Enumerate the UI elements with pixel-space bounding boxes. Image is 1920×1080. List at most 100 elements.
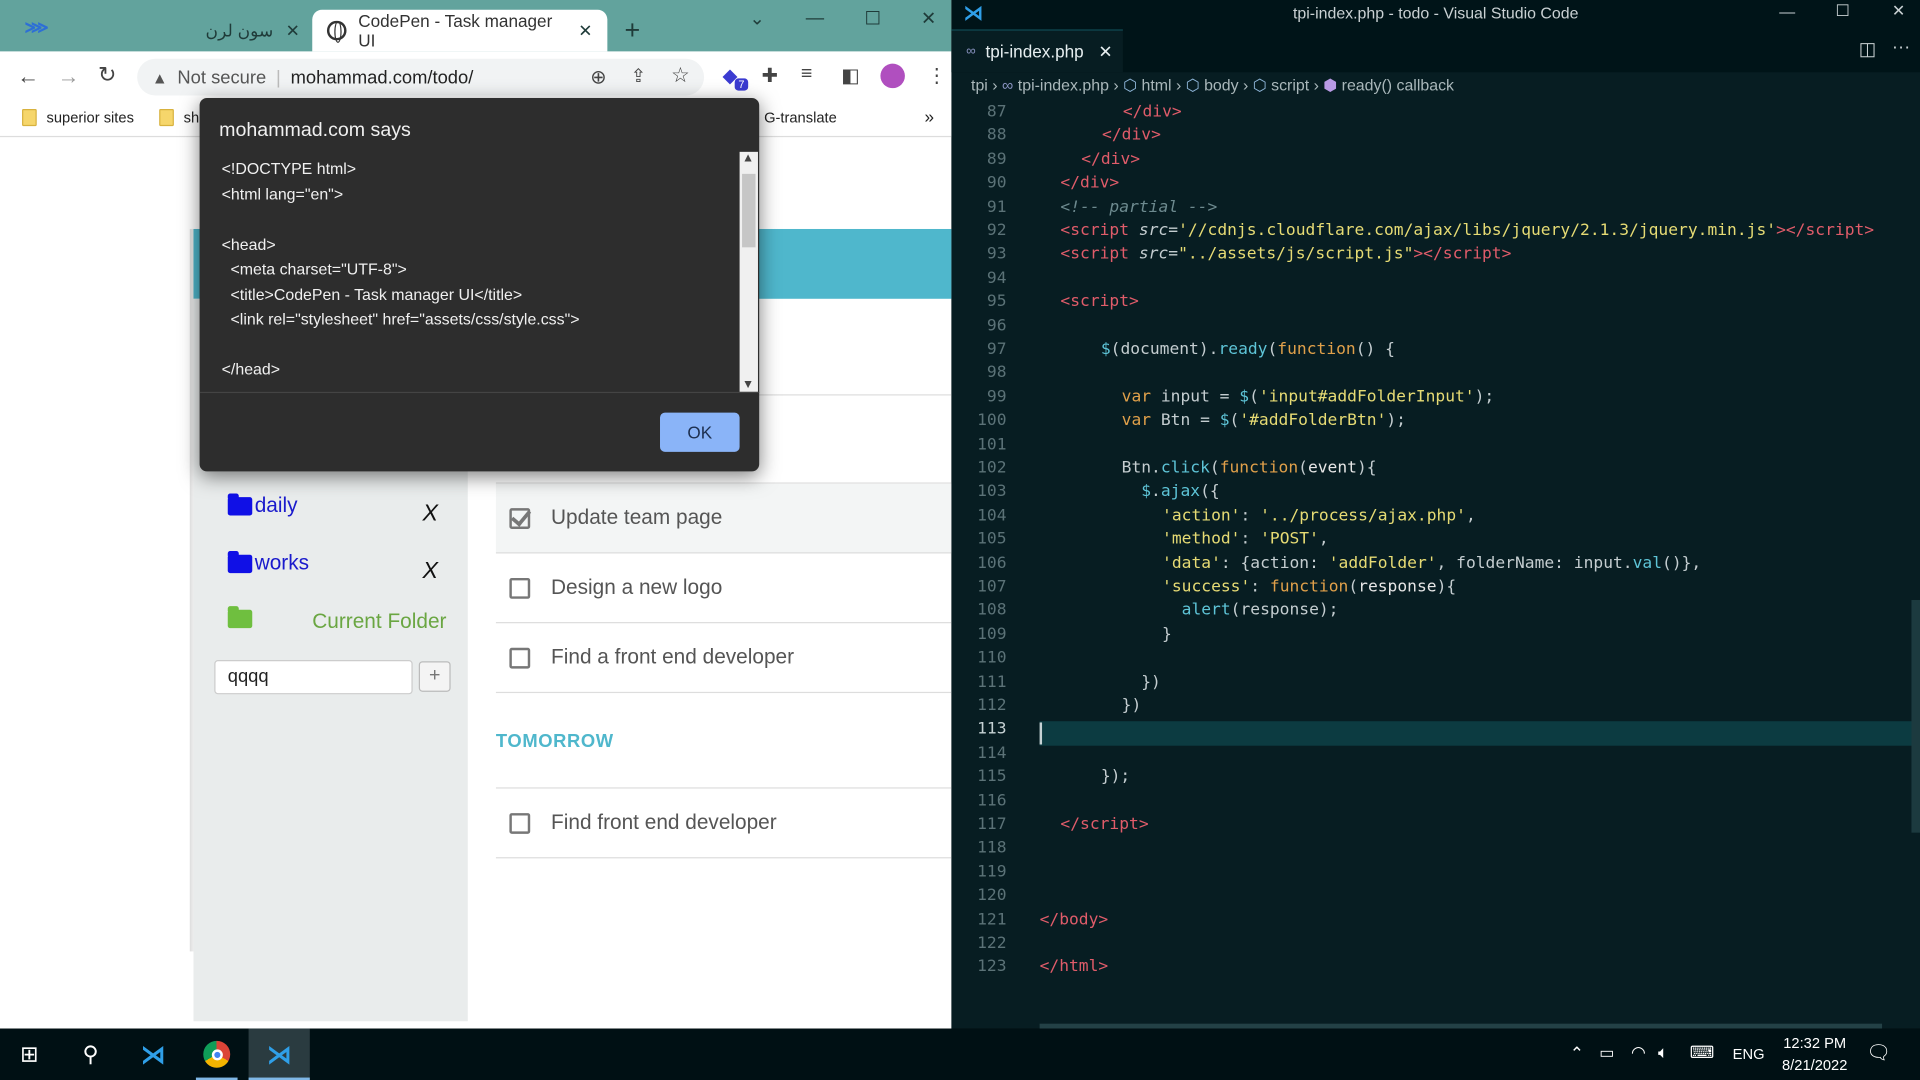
code-line[interactable]: <script src="../assets/js/script.js"></s… bbox=[1060, 245, 1511, 263]
share-icon[interactable]: ⇪ bbox=[631, 65, 646, 87]
scrollbar-thumb[interactable] bbox=[742, 173, 756, 248]
delete-folder-button[interactable]: X bbox=[422, 501, 438, 528]
url-text[interactable]: mohammad.com/todo/ bbox=[291, 67, 474, 88]
current-folder-item[interactable] bbox=[227, 606, 255, 629]
code-line[interactable]: </div> bbox=[1081, 150, 1140, 168]
windows-start-icon[interactable]: ⊞ bbox=[0, 1029, 59, 1080]
tab-tpi-index[interactable]: ∞ tpi-index.php ✕ bbox=[951, 29, 1123, 73]
more-actions-icon[interactable]: ··· bbox=[1892, 37, 1910, 58]
code-line[interactable]: <!-- partial --> bbox=[1060, 198, 1217, 216]
tab-codepen[interactable]: CodePen - Task manager UI ✕ bbox=[312, 9, 608, 52]
task-checkbox[interactable] bbox=[509, 577, 531, 599]
vscode-taskbar-icon[interactable]: ⋊ bbox=[122, 1029, 183, 1080]
tab-title: CodePen - Task manager UI bbox=[358, 11, 553, 51]
code-line[interactable]: 'method': 'POST', bbox=[1162, 530, 1329, 548]
forward-arrow-icon[interactable]: → bbox=[58, 64, 80, 90]
code-line[interactable]: </div> bbox=[1060, 174, 1119, 192]
tab-close-icon[interactable]: ✕ bbox=[1098, 41, 1112, 62]
tab-close-icon[interactable]: ✕ bbox=[286, 20, 300, 41]
dialog-scrollbar[interactable]: ▲ ▼ bbox=[739, 151, 758, 392]
avatar[interactable] bbox=[880, 63, 905, 89]
battery-icon[interactable]: ▭ bbox=[1599, 1043, 1614, 1063]
new-tab-button[interactable]: + bbox=[624, 15, 640, 47]
zoom-icon[interactable]: ⊕ bbox=[590, 65, 606, 89]
address-bar[interactable]: ▲ Not secure | mohammad.com/todo/ ⊕ ⇪ ☆ bbox=[137, 58, 705, 96]
bookmark-folder[interactable]: G-translate bbox=[764, 109, 837, 126]
code-line[interactable]: </div> bbox=[1102, 127, 1161, 145]
bookmark-folder[interactable]: sh bbox=[159, 108, 199, 127]
chrome-taskbar-icon[interactable] bbox=[186, 1029, 247, 1080]
volume-icon[interactable]: 🔈︎ bbox=[1658, 1042, 1668, 1063]
minimize-icon[interactable]: — bbox=[1779, 2, 1795, 20]
code-line[interactable]: </div> bbox=[1123, 103, 1182, 121]
maximize-icon[interactable]: ☐ bbox=[864, 7, 880, 30]
tray-chevron-icon[interactable]: ⌃ bbox=[1570, 1043, 1584, 1064]
task-row[interactable]: Find a front end developer bbox=[495, 623, 952, 694]
keyboard-icon[interactable]: ⌨ bbox=[1690, 1042, 1715, 1063]
back-arrow-icon[interactable]: ← bbox=[17, 64, 39, 90]
task-row[interactable]: Update team page bbox=[495, 483, 952, 554]
bookmarks-more-icon[interactable]: » bbox=[924, 107, 934, 127]
code-line[interactable]: </html> bbox=[1040, 958, 1109, 976]
add-folder-input[interactable]: qqqq bbox=[214, 660, 413, 695]
side-panel-icon[interactable]: ◧ bbox=[841, 64, 860, 88]
ok-button[interactable]: OK bbox=[660, 412, 740, 452]
tab-sevenlearn[interactable]: سون لرن ✕ bbox=[61, 10, 312, 52]
code-line[interactable]: </body> bbox=[1040, 911, 1109, 929]
code-line[interactable]: <script src='//cdnjs.cloudflare.com/ajax… bbox=[1060, 222, 1874, 240]
code-line[interactable]: }); bbox=[1101, 768, 1130, 786]
delete-folder-button[interactable]: X bbox=[422, 558, 438, 585]
split-editor-icon[interactable]: ◫ bbox=[1859, 38, 1876, 60]
maximize-icon[interactable]: ☐ bbox=[1836, 1, 1850, 21]
code-line[interactable]: var input = $('input#addFolderInput'); bbox=[1122, 388, 1495, 406]
task-row[interactable]: Design a new logo bbox=[495, 553, 952, 624]
tab-close-icon[interactable]: ✕ bbox=[578, 20, 592, 41]
code-line[interactable]: } bbox=[1162, 625, 1172, 643]
reload-icon[interactable]: ↻ bbox=[98, 62, 116, 88]
code-line[interactable]: 'data': {action: 'addFolder', folderName… bbox=[1162, 554, 1701, 572]
task-checkbox[interactable] bbox=[509, 507, 531, 529]
bookmark-star-icon[interactable]: ☆ bbox=[671, 64, 690, 88]
code-line[interactable]: $(document).ready(function() { bbox=[1101, 340, 1395, 358]
language-indicator[interactable]: ENG bbox=[1733, 1046, 1765, 1063]
folder-item-daily[interactable]: daily bbox=[227, 492, 298, 517]
task-checkbox[interactable] bbox=[509, 647, 531, 668]
search-icon[interactable]: ⚲ bbox=[61, 1029, 120, 1080]
task-row[interactable]: Find front end developer bbox=[495, 789, 952, 859]
task-checkbox[interactable] bbox=[509, 812, 531, 834]
scroll-down-icon[interactable]: ▼ bbox=[742, 378, 754, 391]
menu-dots-icon[interactable]: ⋮ bbox=[927, 64, 947, 88]
code-editor[interactable]: 87 88 89 90 91 92 93 94 95 96 97 98 99 100 101 102 103 10… bbox=[951, 103, 1920, 1009]
clock-time[interactable]: 12:32 PM bbox=[1778, 1035, 1851, 1052]
current-folder-label[interactable]: Current Folder bbox=[312, 610, 446, 634]
code-line[interactable]: Btn.click(function(event){ bbox=[1122, 459, 1377, 477]
media-icon[interactable]: ≡ bbox=[801, 64, 812, 86]
code-line[interactable]: }) bbox=[1141, 673, 1161, 691]
scroll-up-icon[interactable]: ▲ bbox=[742, 152, 754, 165]
folder-item-works[interactable]: works bbox=[227, 550, 309, 575]
close-window-icon[interactable]: ✕ bbox=[921, 7, 936, 30]
tab-search-icon[interactable]: ⋙ bbox=[24, 17, 48, 38]
tab-list-icon[interactable]: ⌄ bbox=[749, 7, 764, 30]
security-status[interactable]: Not secure bbox=[177, 67, 266, 88]
code-line[interactable]: <script> bbox=[1060, 293, 1138, 311]
vertical-scrollbar[interactable] bbox=[1911, 600, 1920, 833]
code-line[interactable]: var Btn = $('#addFolderBtn'); bbox=[1122, 412, 1406, 430]
folder-name[interactable]: daily bbox=[255, 493, 298, 517]
clock-date[interactable]: 8/21/2022 bbox=[1773, 1057, 1856, 1074]
close-window-icon[interactable]: ✕ bbox=[1892, 1, 1905, 21]
folder-name[interactable]: works bbox=[255, 551, 309, 575]
notification-icon[interactable]: 🗨︎ bbox=[1866, 1041, 1891, 1065]
bookmark-folder[interactable]: superior sites bbox=[22, 108, 134, 127]
minimize-icon[interactable]: — bbox=[806, 7, 824, 28]
code-line[interactable]: alert(response); bbox=[1182, 602, 1339, 620]
puzzle-icon[interactable]: ✚ bbox=[762, 64, 778, 88]
code-line[interactable]: 'action': '../process/ajax.php', bbox=[1162, 507, 1476, 525]
code-line[interactable]: 'success': function(response){ bbox=[1162, 578, 1456, 596]
vscode-taskbar-icon-active[interactable]: ⋊ bbox=[248, 1028, 310, 1080]
code-line[interactable]: </script> bbox=[1060, 816, 1148, 834]
code-line[interactable]: $.ajax({ bbox=[1141, 483, 1219, 501]
add-folder-button[interactable]: + bbox=[418, 661, 451, 692]
wifi-icon[interactable]: ◠ bbox=[1631, 1042, 1646, 1063]
code-line[interactable]: }) bbox=[1122, 697, 1142, 715]
